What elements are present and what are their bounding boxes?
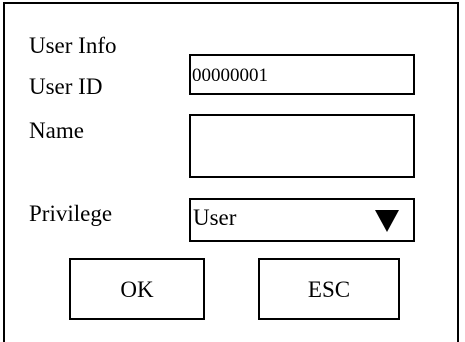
- user-id-label: User ID: [29, 74, 103, 99]
- privilege-selected-value: User: [193, 205, 237, 230]
- esc-button[interactable]: ESC: [258, 258, 400, 320]
- name-label: Name: [29, 118, 84, 143]
- triangle-down-icon[interactable]: [375, 210, 399, 232]
- ok-button[interactable]: OK: [69, 258, 205, 320]
- user-info-dialog: User Info User ID 00000001 Name Privileg…: [3, 2, 459, 342]
- dialog-title: User Info: [29, 33, 117, 58]
- name-field[interactable]: [189, 114, 415, 178]
- privilege-select[interactable]: User: [189, 198, 415, 242]
- user-id-field[interactable]: 00000001: [189, 54, 415, 95]
- privilege-label: Privilege: [29, 201, 113, 226]
- user-id-value: 00000001: [192, 65, 268, 86]
